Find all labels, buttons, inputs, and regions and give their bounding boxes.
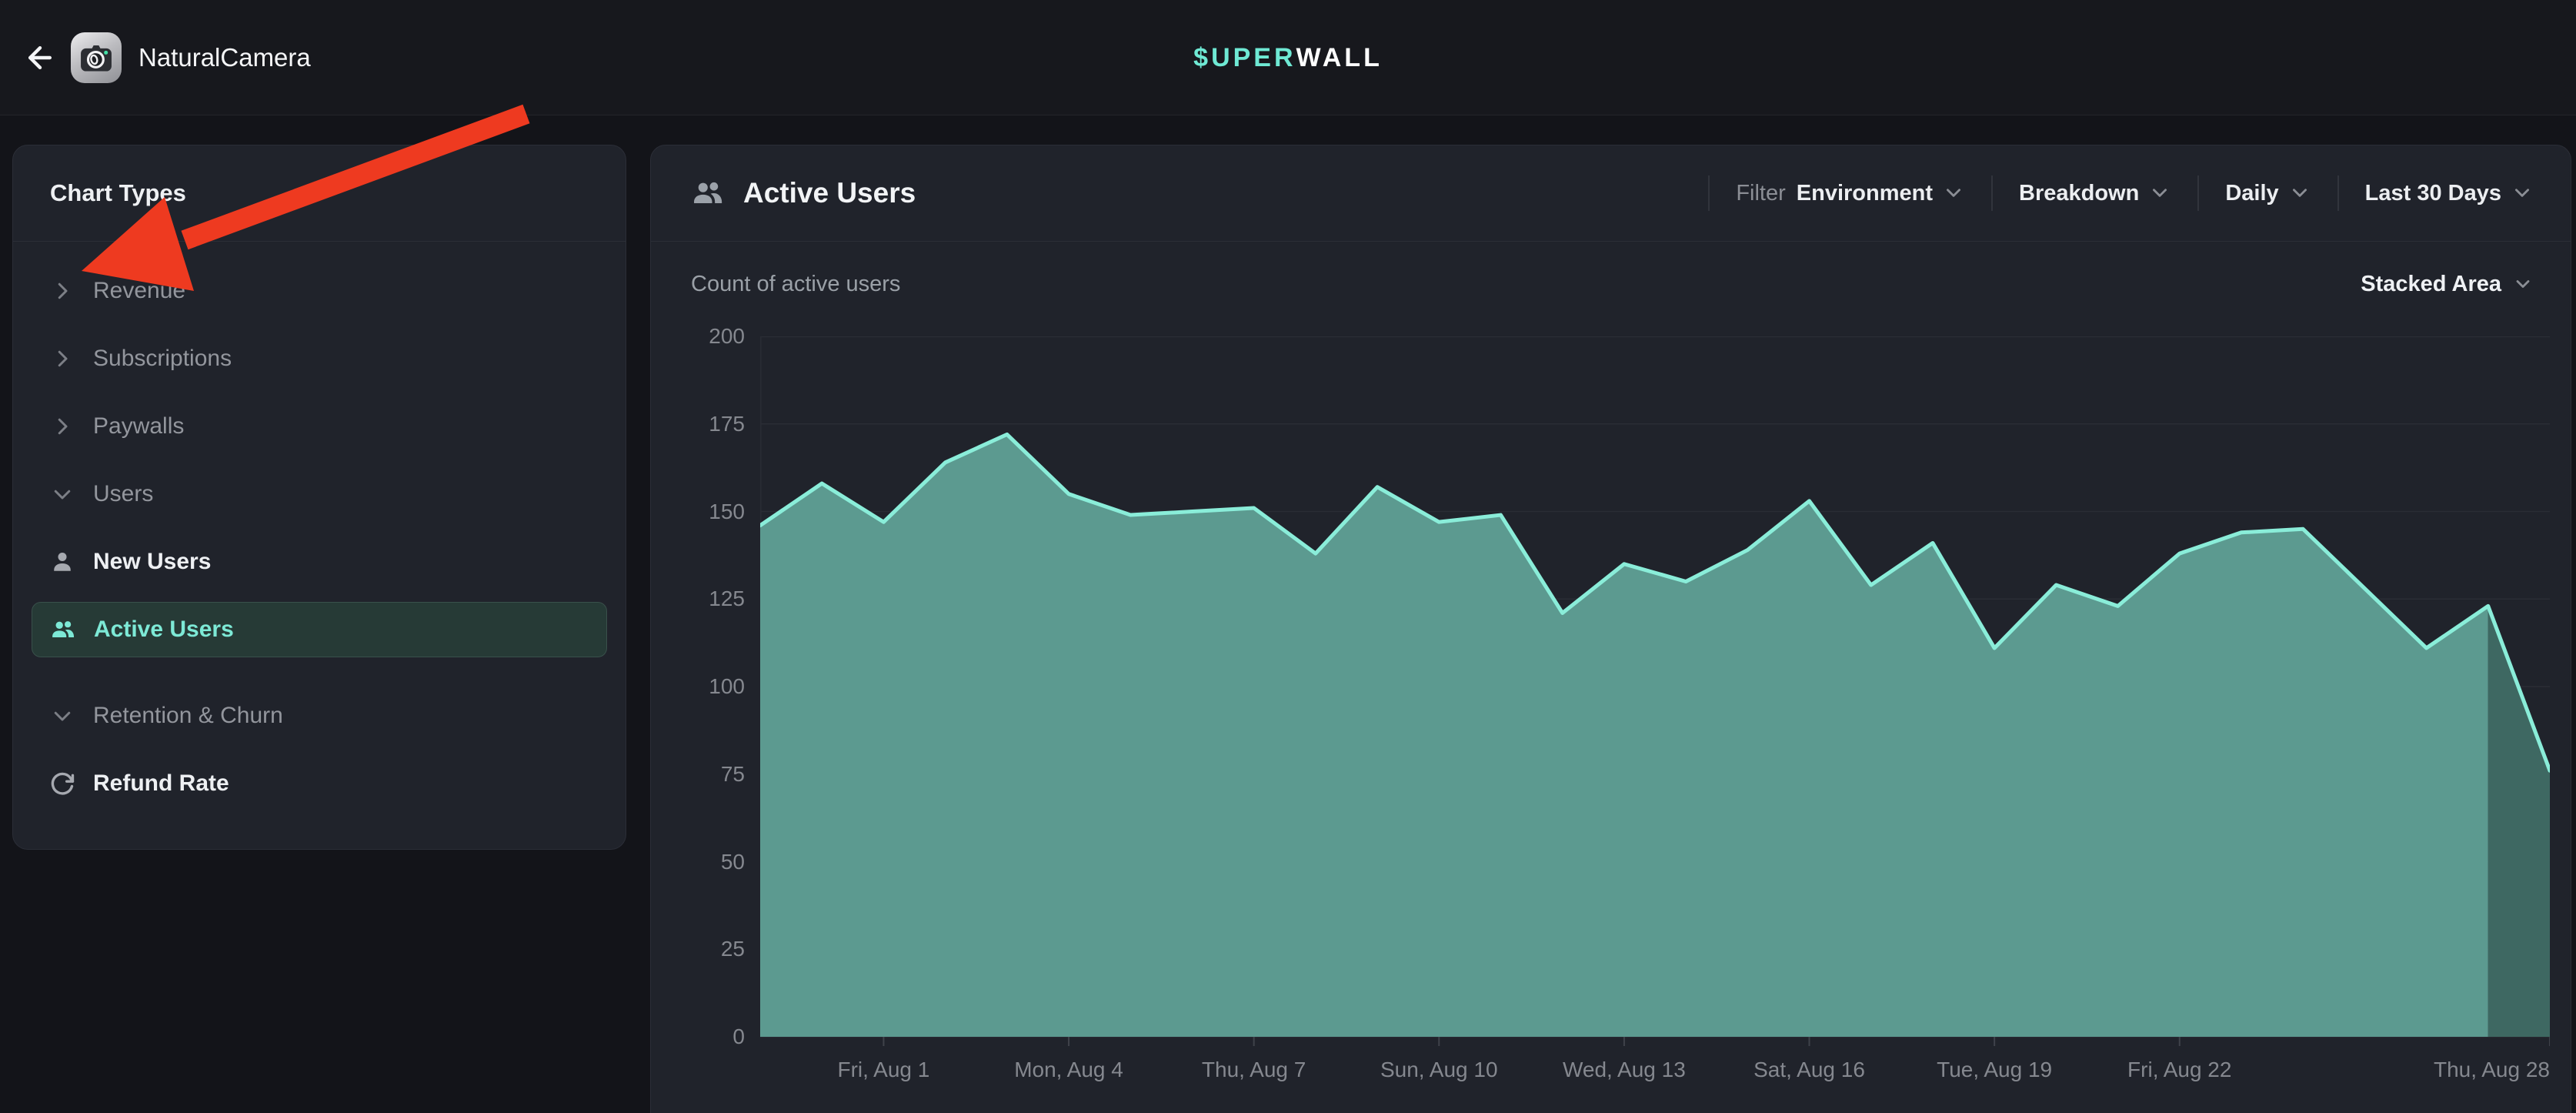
filter-value: Daily bbox=[2225, 181, 2278, 206]
filter-divider bbox=[2337, 175, 2339, 211]
panel-title-row: Active Users bbox=[691, 145, 916, 241]
app-window: NaturalCamera $UPERWALL Chart Types Reve… bbox=[0, 0, 2576, 1113]
y-axis-tick-label: 100 bbox=[660, 674, 745, 699]
sidebar-item-paywalls[interactable]: Paywalls bbox=[32, 399, 607, 454]
filter-label: Filter bbox=[1736, 181, 1785, 206]
y-axis-tick-label: 50 bbox=[660, 850, 745, 874]
chart-type-dropdown[interactable]: Stacked Area bbox=[2361, 262, 2534, 306]
x-axis-tick-label: Sun, Aug 10 bbox=[1380, 1058, 1498, 1082]
x-axis-tick-label: Sat, Aug 16 bbox=[1753, 1058, 1865, 1082]
superwall-logo: $UPERWALL bbox=[1193, 0, 1383, 115]
app-title: NaturalCamera bbox=[138, 0, 311, 115]
sidebar-item-label: Active Users bbox=[94, 617, 234, 643]
filter-dropdown-last-30-days[interactable]: Last 30 Days bbox=[2365, 181, 2534, 206]
top-bar: NaturalCamera $UPERWALL bbox=[0, 0, 2576, 115]
people-icon bbox=[45, 611, 82, 648]
sidebar-item-users[interactable]: Users bbox=[32, 466, 607, 522]
y-axis-tick-label: 150 bbox=[660, 500, 745, 524]
sidebar-item-revenue[interactable]: Revenue bbox=[32, 263, 607, 319]
filter-value: Environment bbox=[1797, 181, 1933, 206]
chevron-right-icon bbox=[44, 340, 81, 377]
y-axis-tick-label: 175 bbox=[660, 412, 745, 436]
filter-divider bbox=[2197, 175, 2199, 211]
chevron-down-icon bbox=[2512, 273, 2534, 295]
x-axis-tick-label: Tue, Aug 19 bbox=[1937, 1058, 2052, 1082]
filter-value: Breakdown bbox=[2019, 181, 2139, 206]
filter-dropdown-environment[interactable]: Filter Environment bbox=[1736, 181, 1965, 206]
y-axis-tick-label: 200 bbox=[660, 324, 745, 349]
sidebar-item-label: Subscriptions bbox=[93, 346, 232, 372]
y-axis-tick-label: 125 bbox=[660, 587, 745, 611]
filter-dropdown-breakdown[interactable]: Breakdown bbox=[2019, 181, 2171, 206]
area-chart bbox=[760, 336, 2550, 1048]
chevron-right-icon bbox=[44, 272, 81, 309]
person-icon bbox=[44, 543, 81, 580]
page-title: Active Users bbox=[743, 177, 916, 209]
sidebar-title: Chart Types bbox=[50, 145, 186, 241]
sidebar-item-label: Retention & Churn bbox=[93, 703, 283, 729]
chevron-down-icon bbox=[2150, 182, 2171, 204]
camera-app-icon bbox=[71, 32, 122, 83]
sidebar-item-retention-churn[interactable]: Retention & Churn bbox=[32, 688, 607, 744]
back-arrow-icon[interactable] bbox=[23, 41, 57, 75]
chevron-down-icon bbox=[44, 476, 81, 513]
x-axis-tick-label: Mon, Aug 4 bbox=[1014, 1058, 1123, 1082]
sidebar-item-label: Revenue bbox=[93, 278, 185, 304]
x-axis-tick-label: Thu, Aug 28 bbox=[2434, 1058, 2550, 1082]
sidebar-item-refund-rate[interactable]: Refund Rate bbox=[32, 756, 607, 811]
sidebar-item-active-users[interactable]: Active Users bbox=[32, 602, 607, 657]
sidebar-item-new-users[interactable]: New Users bbox=[32, 534, 607, 590]
y-axis-tick-label: 25 bbox=[660, 937, 745, 961]
sidebar-item-label: Paywalls bbox=[93, 413, 184, 440]
chart-types-panel: Chart Types Revenue Subscriptions Paywalls… bbox=[12, 145, 626, 850]
x-axis-tick-label: Fri, Aug 22 bbox=[2127, 1058, 2231, 1082]
main-header-divider bbox=[651, 241, 2571, 242]
chevron-right-icon bbox=[44, 408, 81, 445]
chevron-down-icon bbox=[2290, 182, 2311, 204]
chart-type-value: Stacked Area bbox=[2361, 272, 2501, 297]
y-axis-tick-label: 75 bbox=[660, 762, 745, 787]
sidebar-divider bbox=[13, 241, 626, 242]
sidebar-item-label: Refund Rate bbox=[93, 770, 229, 797]
x-axis-tick-label: Thu, Aug 7 bbox=[1202, 1058, 1306, 1082]
sidebar-item-subscriptions[interactable]: Subscriptions bbox=[32, 331, 607, 386]
sidebar-item-label: Users bbox=[93, 481, 153, 507]
filter-value: Last 30 Days bbox=[2365, 181, 2501, 206]
chevron-down-icon bbox=[44, 697, 81, 734]
filter-bar: Filter Environment Breakdown Daily Last 30 D… bbox=[1708, 145, 2534, 241]
filter-dropdown-daily[interactable]: Daily bbox=[2225, 181, 2311, 206]
x-axis-tick-label: Wed, Aug 13 bbox=[1563, 1058, 1686, 1082]
chart-subtitle: Count of active users bbox=[691, 262, 900, 306]
people-icon bbox=[691, 176, 725, 210]
filter-divider bbox=[1991, 175, 1993, 211]
y-axis-tick-label: 0 bbox=[660, 1024, 745, 1049]
x-axis-tick-label: Fri, Aug 1 bbox=[837, 1058, 929, 1082]
logo-primary: $UPER bbox=[1193, 43, 1296, 73]
sidebar-item-label: New Users bbox=[93, 549, 211, 575]
filter-divider bbox=[1708, 175, 1710, 211]
chevron-down-icon bbox=[2512, 182, 2534, 204]
chevron-down-icon bbox=[1944, 182, 1965, 204]
logo-secondary: WALL bbox=[1296, 43, 1383, 73]
refresh-icon bbox=[44, 765, 81, 802]
